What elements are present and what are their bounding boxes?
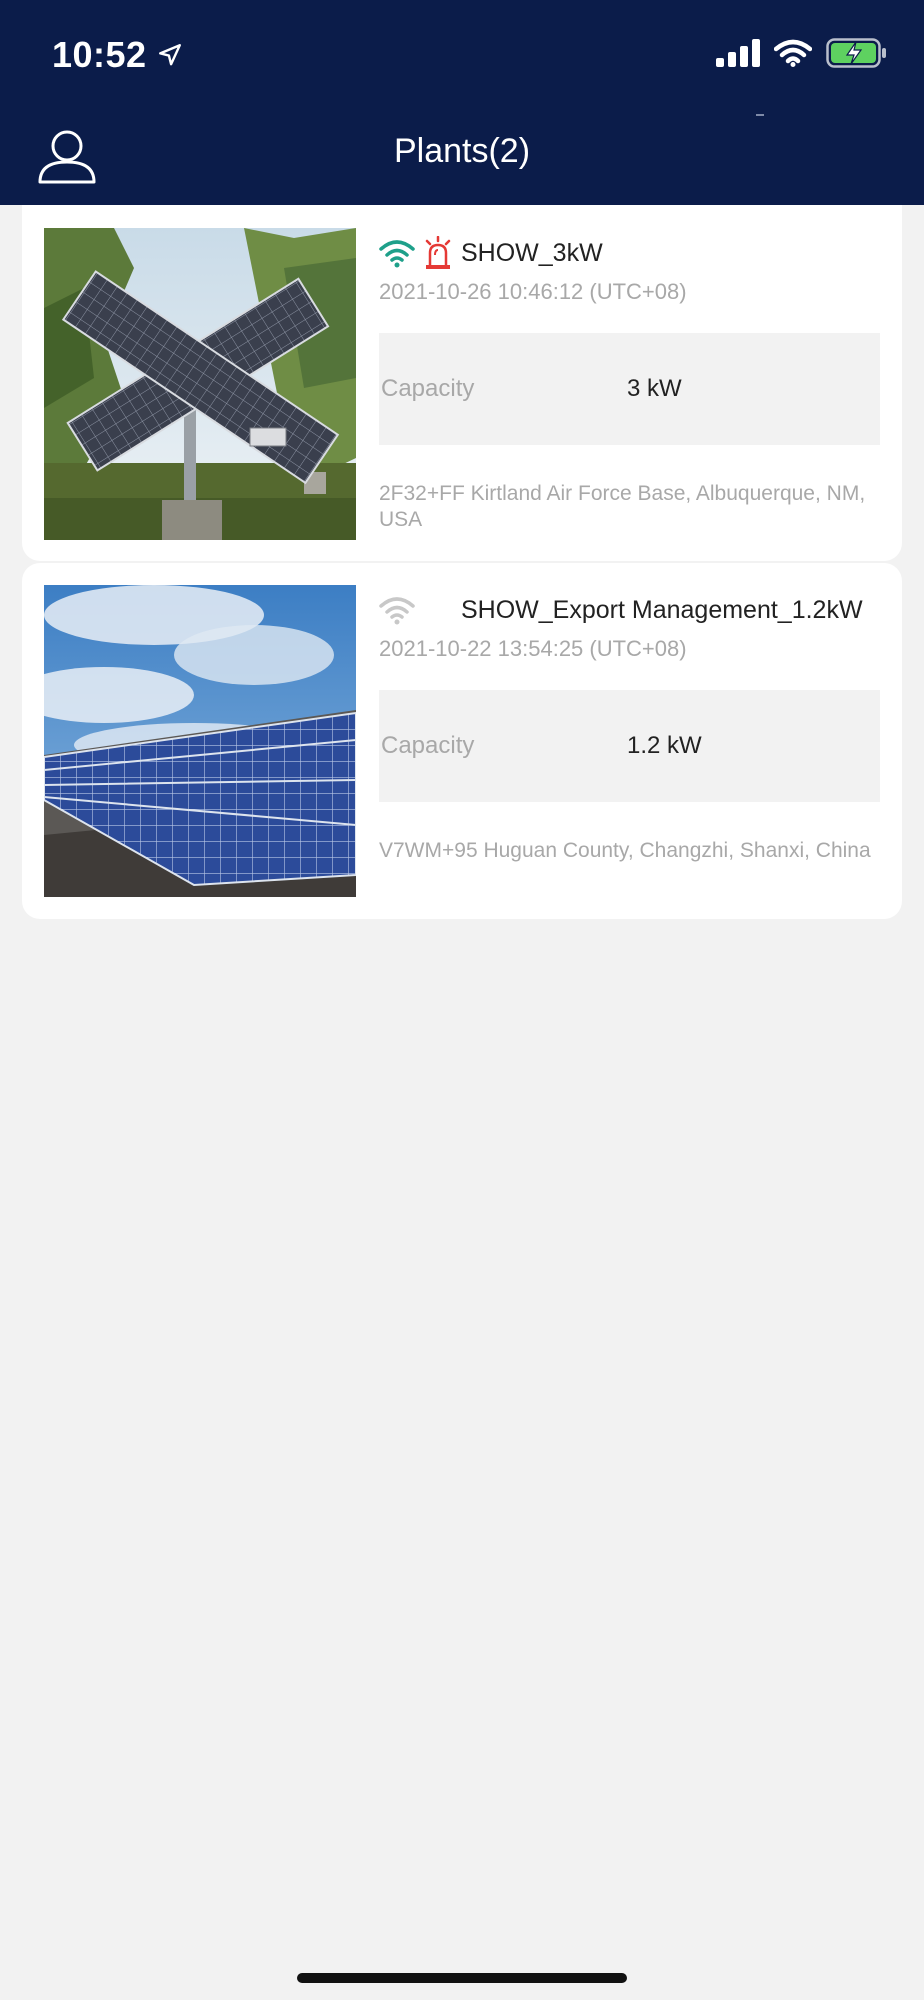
status-bar-time: 10:52 <box>52 34 183 76</box>
header-divider-mark <box>756 114 764 116</box>
solar-tracker-photo <box>44 228 356 540</box>
plant-info: SHOW_3kW 2021-10-26 10:46:12 (UTC+08) Ca… <box>379 233 880 533</box>
capacity-value: 1.2 kW <box>627 732 702 759</box>
capacity-box: Capacity 3 kW <box>379 333 880 445</box>
app-header: 10:52 Plants(2) <box>0 0 924 205</box>
plant-info: SHOW_Export Management_1.2kW 2021-10-22 … <box>379 590 880 864</box>
page-title: Plants(2) <box>393 132 531 170</box>
plant-address: V7WM+95 Huguan County, Changzhi, Shanxi,… <box>379 839 871 862</box>
plant-card[interactable]: SHOW_Export Management_1.2kW 2021-10-22 … <box>22 563 902 919</box>
capacity-value: 3 kW <box>627 375 682 402</box>
plant-name: SHOW_3kW <box>461 238 603 267</box>
plant-address: 2F32+FF Kirtland Air Force Base, Albuque… <box>379 482 866 531</box>
plant-name-row: SHOW_3kW <box>379 233 880 273</box>
plant-thumbnail <box>44 585 356 897</box>
plant-card[interactable]: SHOW_3kW 2021-10-26 10:46:12 (UTC+08) Ca… <box>22 205 902 561</box>
plant-thumbnail <box>44 228 356 540</box>
plant-name-row: SHOW_Export Management_1.2kW <box>379 590 880 630</box>
cellular-signal-icon <box>716 39 760 67</box>
wifi-online-icon <box>379 240 415 268</box>
plant-status-icons <box>379 590 461 630</box>
capacity-label: Capacity <box>381 732 475 759</box>
capacity-label: Capacity <box>381 375 475 402</box>
plant-name: SHOW_Export Management_1.2kW <box>461 595 863 624</box>
plant-timestamp: 2021-10-22 13:54:25 (UTC+08) <box>379 636 687 661</box>
plant-timestamp: 2021-10-26 10:46:12 (UTC+08) <box>379 279 687 304</box>
home-indicator[interactable] <box>297 1973 627 1983</box>
status-time-text: 10:52 <box>52 34 147 75</box>
wifi-icon <box>774 39 812 67</box>
location-arrow-icon <box>158 44 181 66</box>
alarm-icon <box>425 236 451 269</box>
wifi-offline-icon <box>379 597 415 625</box>
plant-status-icons <box>379 233 461 273</box>
battery-charging-icon <box>826 38 886 68</box>
capacity-box: Capacity 1.2 kW <box>379 690 880 802</box>
status-bar-icons <box>716 38 888 68</box>
solar-array-photo <box>44 585 356 897</box>
